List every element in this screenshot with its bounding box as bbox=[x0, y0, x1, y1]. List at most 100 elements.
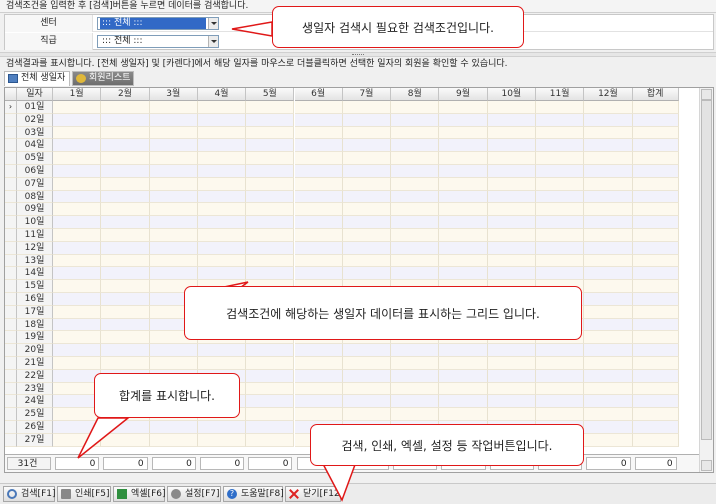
vertical-scrollbar[interactable] bbox=[699, 88, 713, 472]
table-cell[interactable] bbox=[584, 318, 633, 332]
table-cell[interactable] bbox=[342, 139, 392, 153]
table-cell[interactable] bbox=[246, 216, 295, 229]
table-cell[interactable] bbox=[342, 369, 392, 383]
table-cell[interactable] bbox=[632, 190, 679, 204]
table-cell[interactable] bbox=[391, 152, 440, 165]
table-cell[interactable] bbox=[632, 369, 679, 383]
table-cell[interactable] bbox=[439, 382, 488, 396]
table-cell[interactable] bbox=[632, 293, 679, 306]
table-row[interactable]: 14일 bbox=[5, 267, 679, 281]
table-cell[interactable] bbox=[197, 152, 247, 165]
table-row[interactable]: 02일 bbox=[5, 113, 679, 127]
table-cell[interactable] bbox=[391, 177, 440, 191]
table-cell[interactable] bbox=[632, 408, 679, 421]
table-cell[interactable] bbox=[53, 203, 102, 217]
table-cell[interactable] bbox=[632, 344, 679, 357]
table-cell[interactable] bbox=[342, 203, 392, 217]
table-cell[interactable] bbox=[53, 305, 102, 319]
table-cell[interactable] bbox=[632, 165, 679, 178]
table-cell[interactable] bbox=[632, 126, 679, 140]
table-cell[interactable] bbox=[439, 344, 488, 357]
table-cell[interactable] bbox=[391, 241, 440, 255]
table-cell[interactable] bbox=[439, 229, 488, 242]
table-cell[interactable] bbox=[53, 357, 102, 370]
table-cell[interactable] bbox=[487, 344, 536, 357]
table-cell[interactable] bbox=[342, 165, 392, 178]
table-cell[interactable] bbox=[632, 152, 679, 165]
table-cell[interactable] bbox=[294, 254, 343, 268]
table-cell[interactable] bbox=[101, 229, 150, 242]
table-cell[interactable] bbox=[536, 139, 585, 153]
table-cell[interactable] bbox=[391, 254, 440, 268]
column-header[interactable]: 7월 bbox=[342, 88, 392, 101]
table-cell[interactable] bbox=[439, 165, 488, 178]
table-cell[interactable] bbox=[391, 357, 440, 370]
table-cell[interactable] bbox=[197, 433, 247, 447]
table-cell[interactable] bbox=[487, 369, 536, 383]
table-cell[interactable] bbox=[391, 267, 440, 281]
column-header[interactable]: 9월 bbox=[439, 88, 488, 101]
table-cell[interactable] bbox=[149, 152, 198, 165]
table-cell[interactable] bbox=[149, 241, 198, 255]
table-cell[interactable] bbox=[536, 216, 585, 229]
table-cell[interactable] bbox=[391, 113, 440, 127]
table-cell[interactable] bbox=[197, 344, 247, 357]
table-row[interactable]: 03일 bbox=[5, 126, 679, 140]
table-cell[interactable] bbox=[487, 190, 536, 204]
table-cell[interactable] bbox=[246, 113, 295, 127]
table-cell[interactable] bbox=[294, 177, 343, 191]
table-cell[interactable] bbox=[536, 382, 585, 396]
table-cell[interactable] bbox=[536, 395, 585, 409]
chevron-down-icon[interactable] bbox=[208, 18, 218, 29]
table-cell[interactable] bbox=[536, 357, 585, 370]
table-cell[interactable] bbox=[536, 190, 585, 204]
table-cell[interactable] bbox=[53, 421, 102, 434]
table-cell[interactable] bbox=[632, 216, 679, 229]
table-row[interactable]: 21일 bbox=[5, 357, 679, 370]
table-cell[interactable] bbox=[632, 280, 679, 293]
table-cell[interactable] bbox=[246, 165, 295, 178]
table-cell[interactable] bbox=[149, 357, 198, 370]
table-cell[interactable] bbox=[584, 421, 633, 434]
table-cell[interactable] bbox=[632, 203, 679, 217]
table-cell[interactable] bbox=[342, 254, 392, 268]
table-cell[interactable] bbox=[536, 408, 585, 421]
table-cell[interactable] bbox=[391, 190, 440, 204]
table-cell[interactable] bbox=[53, 229, 102, 242]
scroll-thumb[interactable] bbox=[701, 100, 712, 440]
table-cell[interactable] bbox=[632, 229, 679, 242]
column-header[interactable]: 4월 bbox=[197, 88, 247, 101]
table-cell[interactable] bbox=[584, 101, 633, 114]
table-cell[interactable] bbox=[53, 241, 102, 255]
table-cell[interactable] bbox=[246, 344, 295, 357]
tab-member-list[interactable]: 회원리스트 bbox=[72, 71, 134, 86]
table-row[interactable]: 06일 bbox=[5, 165, 679, 178]
table-cell[interactable] bbox=[149, 101, 198, 114]
column-header[interactable]: 6월 bbox=[294, 88, 343, 101]
table-cell[interactable] bbox=[53, 267, 102, 281]
table-row[interactable]: 09일 bbox=[5, 203, 679, 217]
column-header[interactable]: 12월 bbox=[584, 88, 633, 101]
table-cell[interactable] bbox=[246, 369, 295, 383]
table-cell[interactable] bbox=[197, 139, 247, 153]
column-header[interactable]: 1월 bbox=[53, 88, 102, 101]
table-cell[interactable] bbox=[149, 139, 198, 153]
table-cell[interactable] bbox=[584, 305, 633, 319]
table-cell[interactable] bbox=[439, 113, 488, 127]
table-cell[interactable] bbox=[246, 241, 295, 255]
table-cell[interactable] bbox=[53, 318, 102, 332]
table-cell[interactable] bbox=[197, 267, 247, 281]
scroll-up-icon[interactable] bbox=[701, 89, 712, 100]
table-cell[interactable] bbox=[391, 395, 440, 409]
table-cell[interactable] bbox=[439, 369, 488, 383]
table-cell[interactable] bbox=[536, 369, 585, 383]
table-cell[interactable] bbox=[53, 113, 102, 127]
table-row[interactable]: 07일 bbox=[5, 177, 679, 191]
table-cell[interactable] bbox=[149, 165, 198, 178]
table-cell[interactable] bbox=[101, 357, 150, 370]
table-cell[interactable] bbox=[294, 408, 343, 421]
table-cell[interactable] bbox=[584, 113, 633, 127]
table-cell[interactable] bbox=[391, 344, 440, 357]
table-cell[interactable] bbox=[391, 216, 440, 229]
table-cell[interactable] bbox=[294, 113, 343, 127]
